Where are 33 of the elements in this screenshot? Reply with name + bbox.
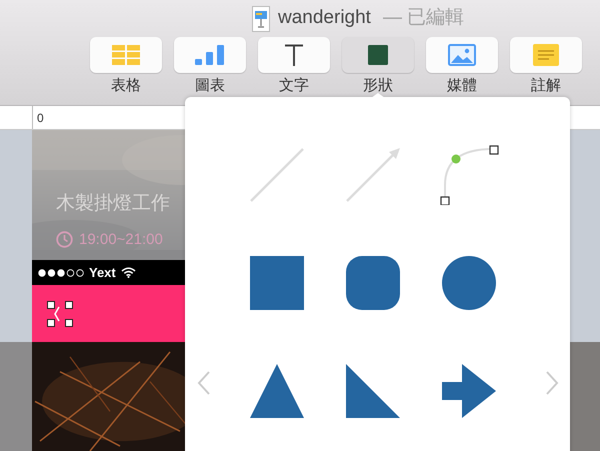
toolbar-button[interactable] [258,37,330,73]
toolbar-label: 形狀 [363,78,393,94]
table-icon [112,45,140,65]
toolbar-label: 媒體 [447,78,477,94]
previous-page-icon[interactable] [197,371,211,395]
window-title: wanderight [278,6,371,30]
toolbar-label: 表格 [111,78,141,94]
bar-chart-icon [195,45,225,65]
image-icon [448,44,476,66]
right-triangle-shape[interactable] [346,364,400,418]
signal-icon [38,268,84,276]
toolbar-label: 文字 [279,78,309,94]
toolbar-label: 圖表 [195,78,225,94]
curve-shape[interactable] [439,145,499,205]
text-tool-icon [284,44,304,66]
clock-icon [56,231,73,248]
rounded-square-shape[interactable] [346,256,400,310]
square-icon [368,45,388,65]
note-icon [533,44,559,66]
next-page-icon[interactable] [545,371,559,395]
circle-shape[interactable] [442,256,496,310]
toolbar-label: 註解 [531,78,561,94]
selected-back-chevron-icon [47,300,73,326]
event-time: 19:00~21:00 [79,230,163,250]
carrier-name: Yext [89,264,116,282]
edited-status: — 已編輯 [382,6,464,30]
event-title: 木製掛燈工作 [56,192,171,216]
toolbar-button[interactable] [342,37,414,73]
wifi-icon [120,267,136,278]
presentation-file-icon [252,6,270,32]
triangle-shape[interactable] [250,364,304,418]
arrow-shape[interactable] [442,364,496,418]
ruler-mark: 0 [37,111,44,125]
